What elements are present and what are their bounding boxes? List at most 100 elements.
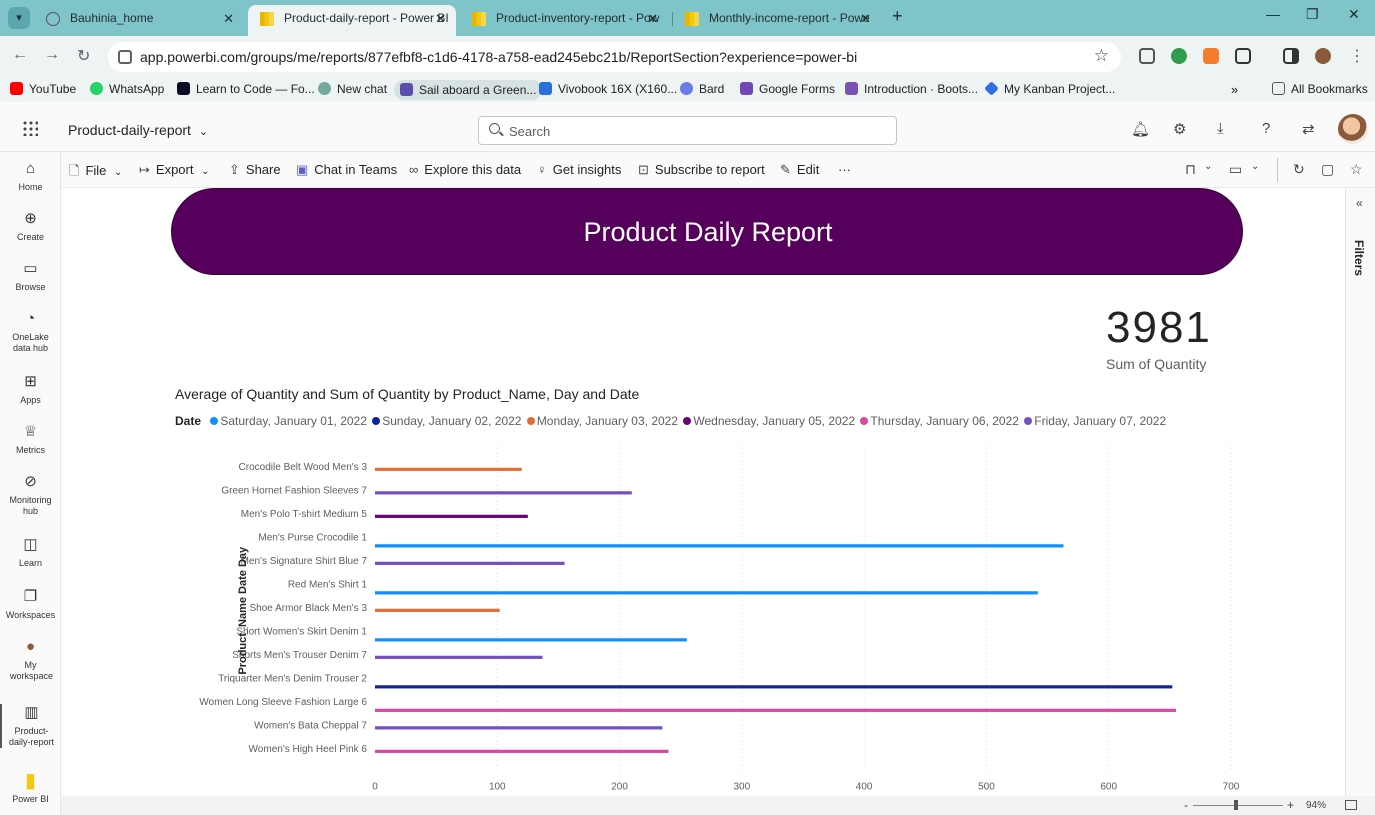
feedback-share-icon[interactable]: ⇄ [1302,120,1315,138]
report-name-dropdown[interactable]: Product-daily-report ⌄ [68,122,208,138]
close-window-button[interactable]: ✕ [1348,6,1360,23]
bookmark-youtube[interactable]: YouTube [10,82,76,96]
explore-data-button[interactable]: ∞ Explore this data [409,162,521,177]
app-launcher-icon[interactable] [22,120,38,136]
all-bookmarks-button[interactable]: All Bookmarks [1272,82,1368,96]
nav-learn[interactable]: ◫ Learn [0,536,61,569]
close-tab-icon[interactable]: ✕ [435,5,446,32]
bar[interactable] [375,726,663,730]
refresh-icon[interactable]: ↻ [1293,161,1305,178]
kpi-card-value[interactable]: 3981 [1106,303,1212,353]
bookmark-whatsapp[interactable]: WhatsApp [90,82,164,96]
collapse-filters-icon[interactable]: « [1356,196,1363,210]
back-button[interactable]: ← [12,46,28,64]
bookmark-google-forms[interactable]: Google Forms [740,82,835,96]
minimize-button[interactable]: — [1266,6,1280,22]
browser-tab-product-inventory[interactable]: Product-inventory-report - Pow ✕ [460,5,668,36]
settings-gear-icon[interactable]: ⚙ [1173,120,1186,138]
view-icon[interactable]: ▭ [1229,161,1242,178]
share-button[interactable]: ⇪ Share [229,162,281,178]
tab-search-button[interactable]: ▾ [8,7,30,29]
chevron-down-icon[interactable]: ⌄ [1204,161,1212,172]
bar[interactable] [375,544,1064,548]
bar[interactable] [375,491,632,495]
nav-create[interactable]: ⊕ Create [0,210,61,243]
bar[interactable] [375,591,1038,595]
chat-in-teams-button[interactable]: ▣ Chat in Teams [296,162,397,178]
side-panel-icon[interactable] [1283,48,1299,64]
close-tab-icon[interactable]: ✕ [647,5,658,32]
zoom-slider-thumb[interactable] [1234,800,1238,810]
bar[interactable] [375,655,543,659]
extension-icon[interactable] [1139,48,1155,64]
notifications-bell-icon[interactable]: 🔔︎ [1131,120,1150,138]
bookmark-bard[interactable]: Bard [680,82,724,96]
bookmark-kanban[interactable]: My Kanban Project... [984,81,1115,96]
bookmark-freecodecamp[interactable]: Learn to Code — Fo... [177,82,315,96]
reload-button[interactable]: ↻ [77,46,90,66]
bookmark-bootstrap[interactable]: Introduction · Boots... [845,82,978,96]
zoom-in-button[interactable]: + [1287,798,1294,812]
user-avatar[interactable] [1338,114,1368,144]
comment-icon[interactable]: ▢ [1321,161,1334,178]
bookmark-icon[interactable]: ⊓ [1185,161,1196,178]
download-icon[interactable]: ⤓ [1217,120,1224,137]
site-info-icon[interactable] [118,50,132,64]
close-tab-icon[interactable]: ✕ [223,5,234,32]
bar[interactable] [375,685,1173,689]
forward-button[interactable]: → [44,46,60,64]
legend-item[interactable]: Saturday, January 01, 2022 [210,414,367,428]
subscribe-button[interactable]: ⊡ Subscribe to report [638,162,765,178]
extension-icon[interactable] [1203,48,1219,64]
nav-my-workspace[interactable]: ● My workspace [0,638,61,682]
file-menu[interactable]: 🗋︎ File ⌄ [69,162,122,184]
nav-home[interactable]: ⌂ Home [0,160,61,193]
nav-product-daily-report[interactable]: ▥ Product-daily-report [0,704,61,748]
legend-item[interactable]: Friday, January 07, 2022 [1024,414,1166,428]
more-options-button[interactable]: ··· [838,162,851,177]
close-tab-icon[interactable]: ✕ [860,5,871,32]
legend-item[interactable]: Monday, January 03, 2022 [526,414,678,428]
bookmark-new-chat[interactable]: New chat [318,82,387,96]
url-field[interactable]: app.powerbi.com/groups/me/reports/877efb… [108,42,1121,72]
nav-power-bi[interactable]: ▮ Power BI [0,771,61,805]
extensions-puzzle-icon[interactable] [1235,48,1251,64]
browser-tab-bauhinia[interactable]: Bauhinia_home ✕ [34,5,244,36]
bar[interactable] [375,749,669,753]
chevron-down-icon[interactable]: ⌄ [1251,161,1259,172]
restore-button[interactable]: ❐ [1306,6,1319,23]
nav-metrics[interactable]: ♕ Metrics [0,423,61,456]
export-menu[interactable]: ↦ Export ⌄ [139,162,210,178]
nav-browse[interactable]: ▭ Browse [0,260,61,293]
legend-item[interactable]: Wednesday, January 05, 2022 [683,414,855,428]
more-bookmarks-button[interactable]: » [1231,82,1238,97]
browser-menu-icon[interactable]: ⋮ [1349,46,1365,66]
nav-workspaces[interactable]: ❐ Workspaces [0,588,61,621]
nav-monitoring-hub[interactable]: ⊘ Monitoring hub [0,473,61,517]
fit-to-page-icon[interactable] [1345,800,1357,810]
help-icon[interactable]: ? [1262,120,1270,137]
nav-onelake-data-hub[interactable]: ◔ OneLake data hub [0,310,61,354]
extension-icon[interactable] [1171,48,1187,64]
search-input[interactable]: Search [478,116,897,145]
bookmark-vivobook[interactable]: Vivobook 16X (X160... [539,82,677,96]
browser-tab-product-daily[interactable]: Product-daily-report - Power BI ✕ [248,5,456,36]
legend-item[interactable]: Sunday, January 02, 2022 [372,414,521,428]
bookmark-star-icon[interactable]: ☆ [1094,46,1109,66]
bar[interactable] [375,638,687,642]
favorite-star-icon[interactable]: ☆ [1350,161,1363,178]
bookmark-sail-aboard[interactable]: Sail aboard a Green... [394,80,543,100]
nav-apps[interactable]: ⊞ Apps [0,373,61,406]
zoom-out-button[interactable]: - [1184,798,1188,812]
bar[interactable] [375,514,528,518]
bar[interactable] [375,467,522,471]
bar[interactable] [375,608,500,612]
edit-button[interactable]: ✎ Edit [780,162,819,178]
filters-pane[interactable]: « Filters [1345,188,1375,796]
get-insights-button[interactable]: ♀ Get insights [537,162,621,177]
profile-avatar[interactable] [1315,48,1331,64]
bar[interactable] [375,561,565,565]
bar[interactable] [375,708,1176,712]
zoom-slider[interactable] [1193,805,1283,806]
new-tab-button[interactable]: + [892,6,903,27]
